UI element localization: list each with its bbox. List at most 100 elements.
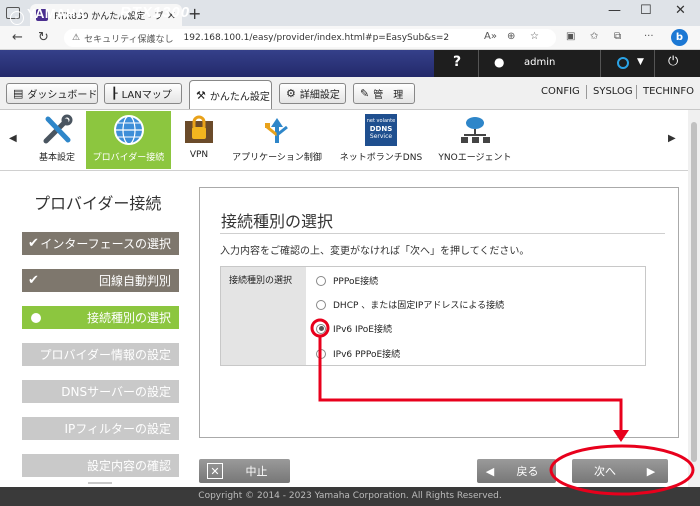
- application-control-icon: [260, 111, 294, 149]
- ribbon-label: YNOエージェント: [438, 153, 512, 163]
- ribbon-item-yno-agent[interactable]: YNOエージェント: [436, 111, 514, 169]
- more-menu-icon[interactable]: ···: [644, 31, 654, 42]
- cancel-label: 中止: [245, 465, 268, 478]
- option-label: IPv6 PPPoE接続: [333, 350, 401, 360]
- config-link[interactable]: CONFIG: [541, 86, 580, 97]
- header-divider: [478, 50, 479, 77]
- cancel-x-icon: ✕: [207, 463, 223, 479]
- ribbon-label: アプリケーション制御: [232, 153, 322, 163]
- link-divider: [586, 85, 587, 99]
- chevron-down-icon[interactable]: ▼: [637, 57, 644, 67]
- brand-name: YAMAHA: [27, 6, 86, 21]
- link-divider: [636, 85, 637, 99]
- user-icon: ●: [494, 55, 505, 69]
- radio-button[interactable]: [316, 275, 326, 286]
- favorite-star-icon[interactable]: ☆: [530, 31, 539, 42]
- option-ipv6-ipoe[interactable]: IPv6 IPoE接続: [316, 322, 392, 335]
- yamaha-tuning-fork-icon: ♅: [10, 11, 24, 25]
- back-arrow-icon[interactable]: ←: [12, 30, 23, 45]
- step-label: 回線自動判別: [98, 274, 171, 288]
- help-icon[interactable]: ?: [453, 54, 461, 70]
- step-connection-type: 接続種別の選択: [22, 306, 179, 329]
- radio-button-selected[interactable]: [316, 323, 326, 334]
- ribbon-item-netvolante-dns[interactable]: net volante DDNS Service ネットボランチDNS: [338, 111, 424, 169]
- step-ip-filter: IPフィルターの設定: [22, 417, 179, 440]
- back-arrow-icon: ◀: [485, 464, 495, 478]
- menu-advanced-button[interactable]: ⚙ 詳細設定: [279, 83, 346, 104]
- header-divider: [654, 50, 655, 77]
- step-label: 設定内容の確認: [86, 459, 171, 473]
- bing-icon[interactable]: b: [671, 29, 688, 46]
- syslog-link[interactable]: SYSLOG: [593, 86, 633, 97]
- ribbon-item-provider[interactable]: プロバイダー接続: [86, 111, 171, 169]
- check-icon: ✔: [28, 236, 39, 251]
- connection-type-label: 接続種別の選択: [221, 267, 306, 365]
- status-ring-icon[interactable]: [617, 57, 629, 69]
- menu-lan-map-button[interactable]: ┠ LANマップ: [104, 83, 182, 104]
- browser-tab-bar: RTX830 かんたん設定 - プロバイダー接 ✕ + — ☐ ✕: [0, 0, 700, 26]
- step-provider-info: プロバイダー情報の設定: [22, 343, 179, 366]
- ribbon-right-arrow-icon[interactable]: ▶: [668, 133, 676, 144]
- gear-icon: ⚙: [286, 87, 296, 100]
- globe-icon: [112, 111, 146, 149]
- step-dns-server: DNSサーバーの設定: [22, 380, 179, 403]
- next-button[interactable]: 次へ ▶: [572, 459, 668, 483]
- read-aloud-icon[interactable]: A»: [484, 31, 497, 42]
- next-arrow-icon: ▶: [646, 464, 656, 478]
- option-label: DHCP 、または固定IPアドレスによる接続: [333, 301, 505, 311]
- back-button[interactable]: ◀ 戻る: [477, 459, 556, 483]
- ribbon-item-app-control[interactable]: アプリケーション制御: [228, 111, 326, 169]
- power-icon[interactable]: ⏻: [668, 54, 678, 69]
- minimize-icon[interactable]: —: [608, 3, 621, 18]
- step-label: プロバイダー情報の設定: [39, 348, 171, 362]
- security-status: セキュリティ保護なし: [84, 34, 174, 45]
- step-line-auto-detect: ✔ 回線自動判別: [22, 269, 179, 292]
- page-scrollbar[interactable]: [688, 110, 700, 487]
- url-field[interactable]: ⚠ セキュリティ保護なし 192.168.100.1/easy/provider…: [64, 29, 556, 47]
- scrollbar-thumb[interactable]: [691, 122, 697, 462]
- model-name: RTX1300: [120, 4, 191, 21]
- network-cloud-icon: [458, 111, 492, 149]
- split-screen-icon[interactable]: ▣: [566, 31, 575, 42]
- menu-management-button[interactable]: ✎ 管 理: [353, 83, 415, 104]
- ribbon-label: VPN: [189, 150, 209, 160]
- menu-lan-map-label: LANマップ: [121, 90, 172, 101]
- favorites-icon[interactable]: ✩: [590, 31, 598, 42]
- wrench-icon: ⚒: [196, 88, 206, 102]
- current-step-dot-icon: [31, 312, 41, 323]
- step-connector: [88, 482, 112, 484]
- header-user-area: [434, 50, 700, 77]
- main-menu-bar: ▤ ダッシュボード ┠ LANマップ ⚒ かんたん設定 ⚙ 詳細設定 ✎ 管 理…: [0, 77, 700, 110]
- close-window-icon[interactable]: ✕: [675, 3, 686, 18]
- url-text: 192.168.100.1/easy/provider/index.html#p…: [183, 33, 450, 43]
- ribbon-left-arrow-icon[interactable]: ◀: [9, 133, 17, 144]
- collections-icon[interactable]: ⧉: [614, 31, 621, 42]
- option-dhcp-static[interactable]: DHCP 、または固定IPアドレスによる接続: [316, 298, 504, 311]
- ribbon-item-basic-settings[interactable]: 基本設定: [34, 111, 80, 169]
- user-name: admin: [524, 57, 556, 68]
- back-label: 戻る: [516, 465, 539, 478]
- step-label: IPフィルターの設定: [64, 422, 171, 436]
- ribbon-item-vpn[interactable]: VPN: [180, 111, 218, 169]
- address-bar-row: ← ↻ ⚠ セキュリティ保護なし 192.168.100.1/easy/prov…: [0, 26, 700, 50]
- menu-dashboard-label: ダッシュボード: [27, 90, 98, 101]
- cancel-button[interactable]: ✕ 中止: [199, 459, 290, 483]
- yamaha-logo: ♅ YAMAHA: [10, 6, 86, 25]
- option-ipv6-pppoe[interactable]: IPv6 PPPoE接続: [316, 347, 400, 360]
- sidebar-title: プロバイダー接続: [34, 194, 162, 213]
- step-confirm: 設定内容の確認: [22, 454, 179, 477]
- maximize-icon[interactable]: ☐: [640, 3, 652, 18]
- radio-button[interactable]: [316, 348, 326, 359]
- menu-easy-setup-tab[interactable]: ⚒ かんたん設定: [189, 80, 272, 109]
- page-description: 入力内容をご確認の上、変更がなければ「次へ」を押してください。: [220, 246, 530, 257]
- ddns-badge-bottom: Service: [369, 133, 393, 140]
- step-label: インターフェースの選択: [40, 237, 171, 251]
- ddns-service-icon: net volante DDNS Service: [365, 111, 397, 149]
- menu-dashboard-button[interactable]: ▤ ダッシュボード: [6, 83, 98, 104]
- zoom-icon[interactable]: ⊕: [507, 31, 515, 42]
- techinfo-link[interactable]: TECHINFO: [643, 86, 694, 97]
- option-pppoe[interactable]: PPPoE接続: [316, 274, 378, 287]
- copyright-footer: Copyright © 2014 - 2023 Yamaha Corporati…: [0, 487, 700, 506]
- radio-button[interactable]: [316, 299, 326, 310]
- reload-icon[interactable]: ↻: [38, 30, 49, 45]
